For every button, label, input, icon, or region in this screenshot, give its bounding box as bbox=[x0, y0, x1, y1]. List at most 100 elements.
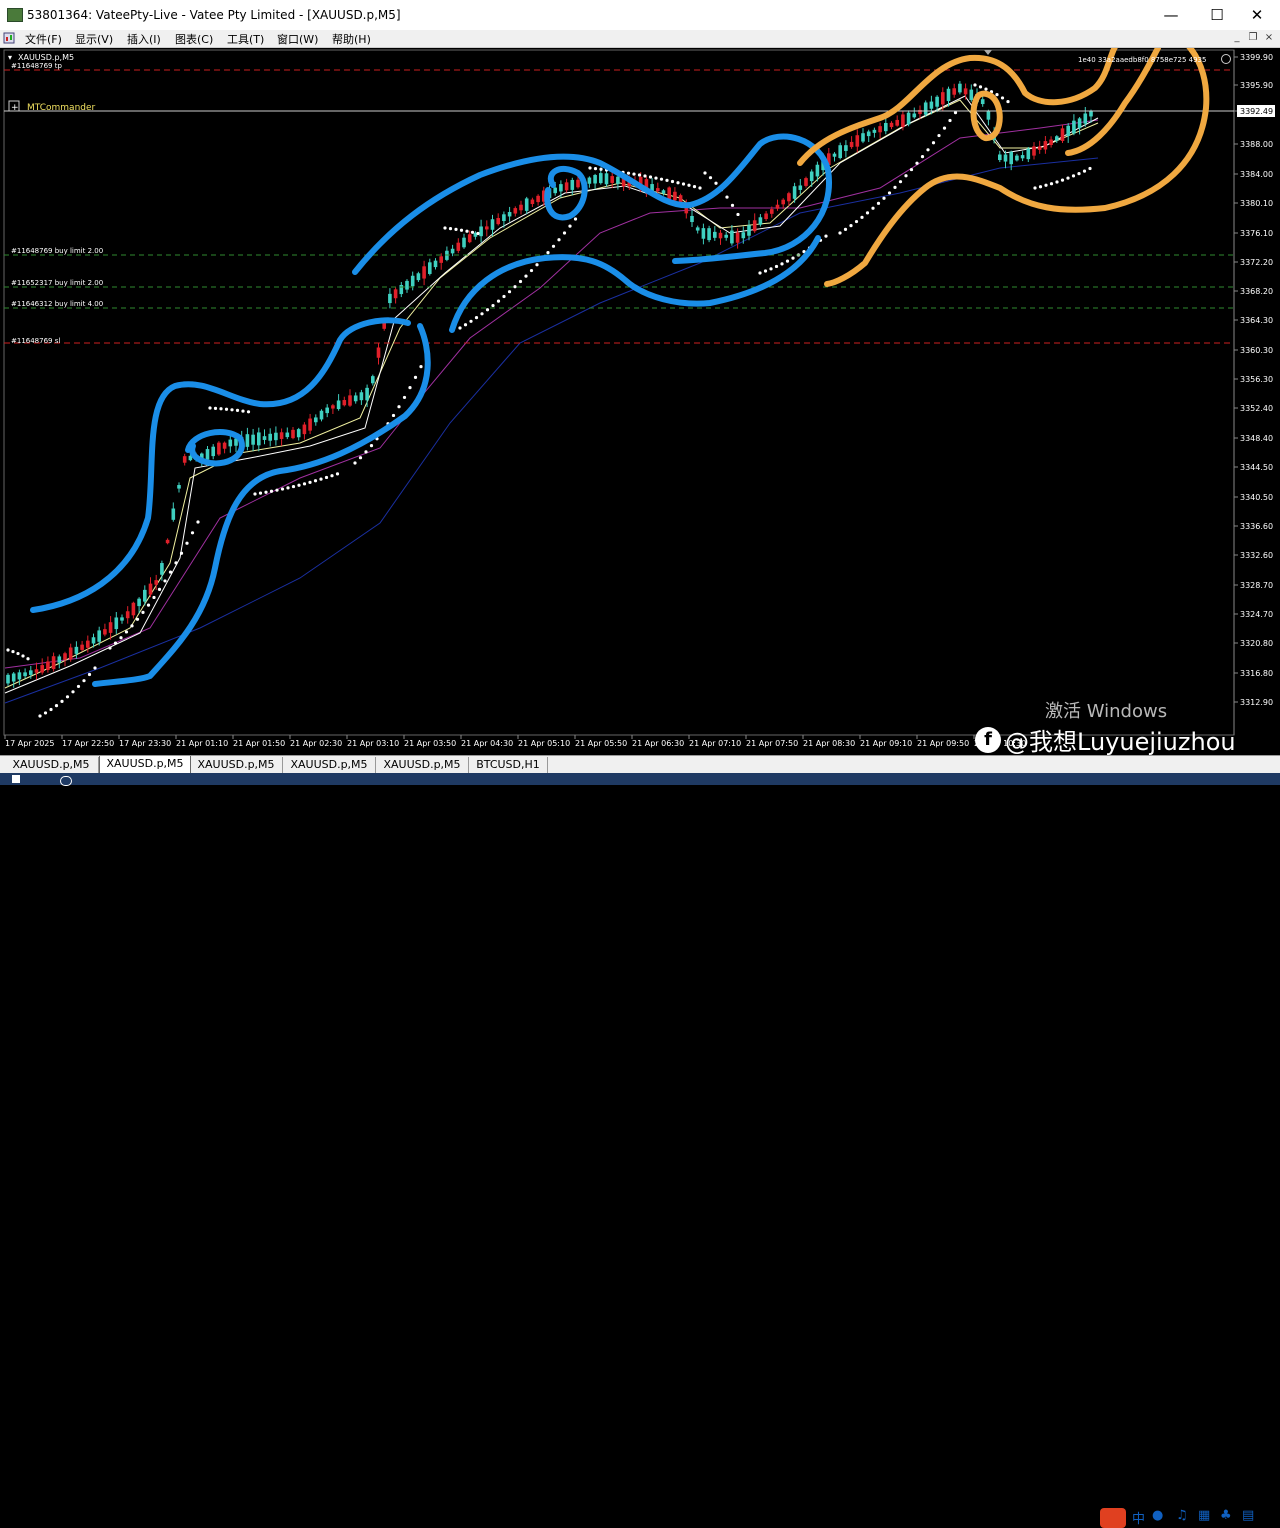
psar-dot bbox=[302, 482, 307, 486]
psar-dot bbox=[443, 226, 447, 230]
psar-dot bbox=[496, 299, 501, 303]
candle-body bbox=[604, 173, 609, 185]
psar-dot bbox=[269, 489, 274, 493]
candle-body bbox=[781, 199, 785, 205]
psar-dot bbox=[599, 167, 603, 171]
psar-dot bbox=[463, 323, 468, 327]
psar-dot bbox=[791, 256, 795, 260]
psar-dot bbox=[882, 196, 886, 200]
price-tick-label: 3364.30 bbox=[1240, 316, 1273, 325]
chart-shift-marker[interactable] bbox=[984, 50, 992, 55]
chart-tab-active[interactable]: XAUUSD.p,M5 bbox=[99, 756, 191, 774]
psar-dot bbox=[408, 386, 412, 390]
psar-dot bbox=[190, 531, 195, 535]
candle-body bbox=[718, 232, 723, 239]
candle-body bbox=[1055, 136, 1059, 141]
psar-dot bbox=[49, 707, 53, 712]
child-minimize-button[interactable]: _ bbox=[1230, 31, 1244, 45]
psar-dot bbox=[402, 395, 407, 400]
minimize-button[interactable]: — bbox=[1148, 0, 1194, 30]
tools-icon[interactable]: ▤ bbox=[1242, 1508, 1254, 1528]
menu-help[interactable]: 帮助(H) bbox=[332, 31, 371, 47]
candle-body bbox=[701, 228, 706, 239]
chart-tab[interactable]: XAUUSD.p,M5 bbox=[4, 757, 99, 773]
close-button[interactable]: ✕ bbox=[1234, 0, 1280, 30]
chart-window-icon[interactable] bbox=[3, 32, 15, 44]
candle-body bbox=[1066, 125, 1070, 136]
psar-dot bbox=[871, 206, 875, 210]
psar-dot bbox=[730, 203, 735, 207]
candle-body bbox=[68, 647, 73, 660]
candle-body bbox=[433, 260, 438, 268]
psar-dot bbox=[6, 648, 10, 652]
keyboard-icon[interactable]: ▦ bbox=[1198, 1508, 1210, 1528]
time-tick-label: 21 Apr 08:30 bbox=[803, 739, 855, 748]
candle-body bbox=[17, 672, 22, 680]
menu-tools[interactable]: 工具(T) bbox=[227, 31, 264, 47]
candle-body bbox=[1060, 128, 1065, 141]
candle-body bbox=[775, 204, 780, 209]
candle-body bbox=[388, 293, 392, 304]
psar-dot bbox=[1088, 166, 1092, 171]
child-close-button[interactable]: × bbox=[1262, 31, 1276, 45]
candle-body bbox=[747, 225, 751, 236]
ime-language-indicator[interactable]: 中 bbox=[1132, 1508, 1145, 1528]
price-tick-label: 3324.70 bbox=[1240, 610, 1273, 619]
candle-body bbox=[274, 432, 278, 441]
candle-body bbox=[707, 228, 711, 241]
windows-start-icon[interactable] bbox=[12, 775, 20, 783]
candle-body bbox=[314, 417, 318, 423]
candle-body bbox=[1032, 146, 1036, 156]
candle-body bbox=[564, 182, 569, 191]
psar-dot bbox=[330, 474, 334, 478]
psar-dot bbox=[291, 484, 296, 489]
candle-body bbox=[262, 436, 267, 440]
skin-icon[interactable]: ♣ bbox=[1220, 1508, 1232, 1528]
psar-dot bbox=[213, 406, 218, 410]
candle-body bbox=[450, 248, 455, 254]
menu-view[interactable]: 显示(V) bbox=[75, 31, 113, 47]
psar-dot bbox=[119, 636, 123, 640]
close-indicator-icon[interactable] bbox=[1221, 54, 1231, 64]
psar-dot bbox=[774, 264, 779, 269]
candle-body bbox=[553, 187, 557, 194]
chart-tab[interactable]: BTCUSD,H1 bbox=[469, 757, 548, 773]
psar-dot bbox=[984, 87, 988, 91]
candle-body bbox=[1037, 146, 1042, 150]
psar-dot bbox=[725, 195, 729, 199]
menu-charts[interactable]: 图表(C) bbox=[175, 31, 213, 47]
psar-dot bbox=[1055, 180, 1059, 184]
chart-tab[interactable]: XAUUSD.p,M5 bbox=[376, 757, 469, 773]
candle-body bbox=[34, 669, 39, 673]
candle-body bbox=[730, 230, 734, 244]
chart-tab[interactable]: XAUUSD.p,M5 bbox=[283, 757, 376, 773]
ime-punctuation-icon[interactable]: ● bbox=[1152, 1508, 1163, 1528]
psar-dot bbox=[208, 406, 212, 410]
psar-dot bbox=[157, 587, 162, 591]
candle-body bbox=[177, 485, 181, 489]
candle-body bbox=[912, 113, 917, 118]
candle-body bbox=[165, 539, 170, 544]
price-chart[interactable]: #11648769 buy limit 2.00 #11652317 buy li… bbox=[0, 22, 1280, 755]
psar-dot bbox=[264, 490, 268, 494]
candle-body bbox=[792, 186, 797, 199]
psar-dot bbox=[391, 413, 396, 418]
hand-drawn-annotations bbox=[30, 22, 1210, 687]
candle-body bbox=[428, 262, 432, 274]
psar-dot bbox=[573, 217, 578, 221]
top-right-id: 1e40 33a2aaedb8f0 8758e725 4935 bbox=[1078, 56, 1206, 64]
price-tick-label: 3388.00 bbox=[1240, 140, 1273, 149]
chart-tab[interactable]: XAUUSD.p,M5 bbox=[190, 757, 283, 773]
microphone-icon[interactable]: ♫ bbox=[1176, 1508, 1188, 1528]
menu-file[interactable]: 文件(F) bbox=[25, 31, 62, 47]
candle-body bbox=[724, 234, 728, 238]
menu-window[interactable]: 窗口(W) bbox=[277, 31, 318, 47]
plugin-label[interactable]: MTCommander bbox=[27, 103, 96, 113]
candle-body bbox=[319, 410, 324, 420]
menu-insert[interactable]: 插入(I) bbox=[127, 31, 161, 47]
chart-collapse-icon[interactable]: ▾ bbox=[8, 53, 12, 62]
candle-body bbox=[770, 209, 774, 214]
ime-sogou-icon[interactable] bbox=[1100, 1508, 1126, 1528]
child-restore-button[interactable]: ❐ bbox=[1246, 31, 1260, 45]
time-tick-label: 17 Apr 23:30 bbox=[119, 739, 171, 748]
